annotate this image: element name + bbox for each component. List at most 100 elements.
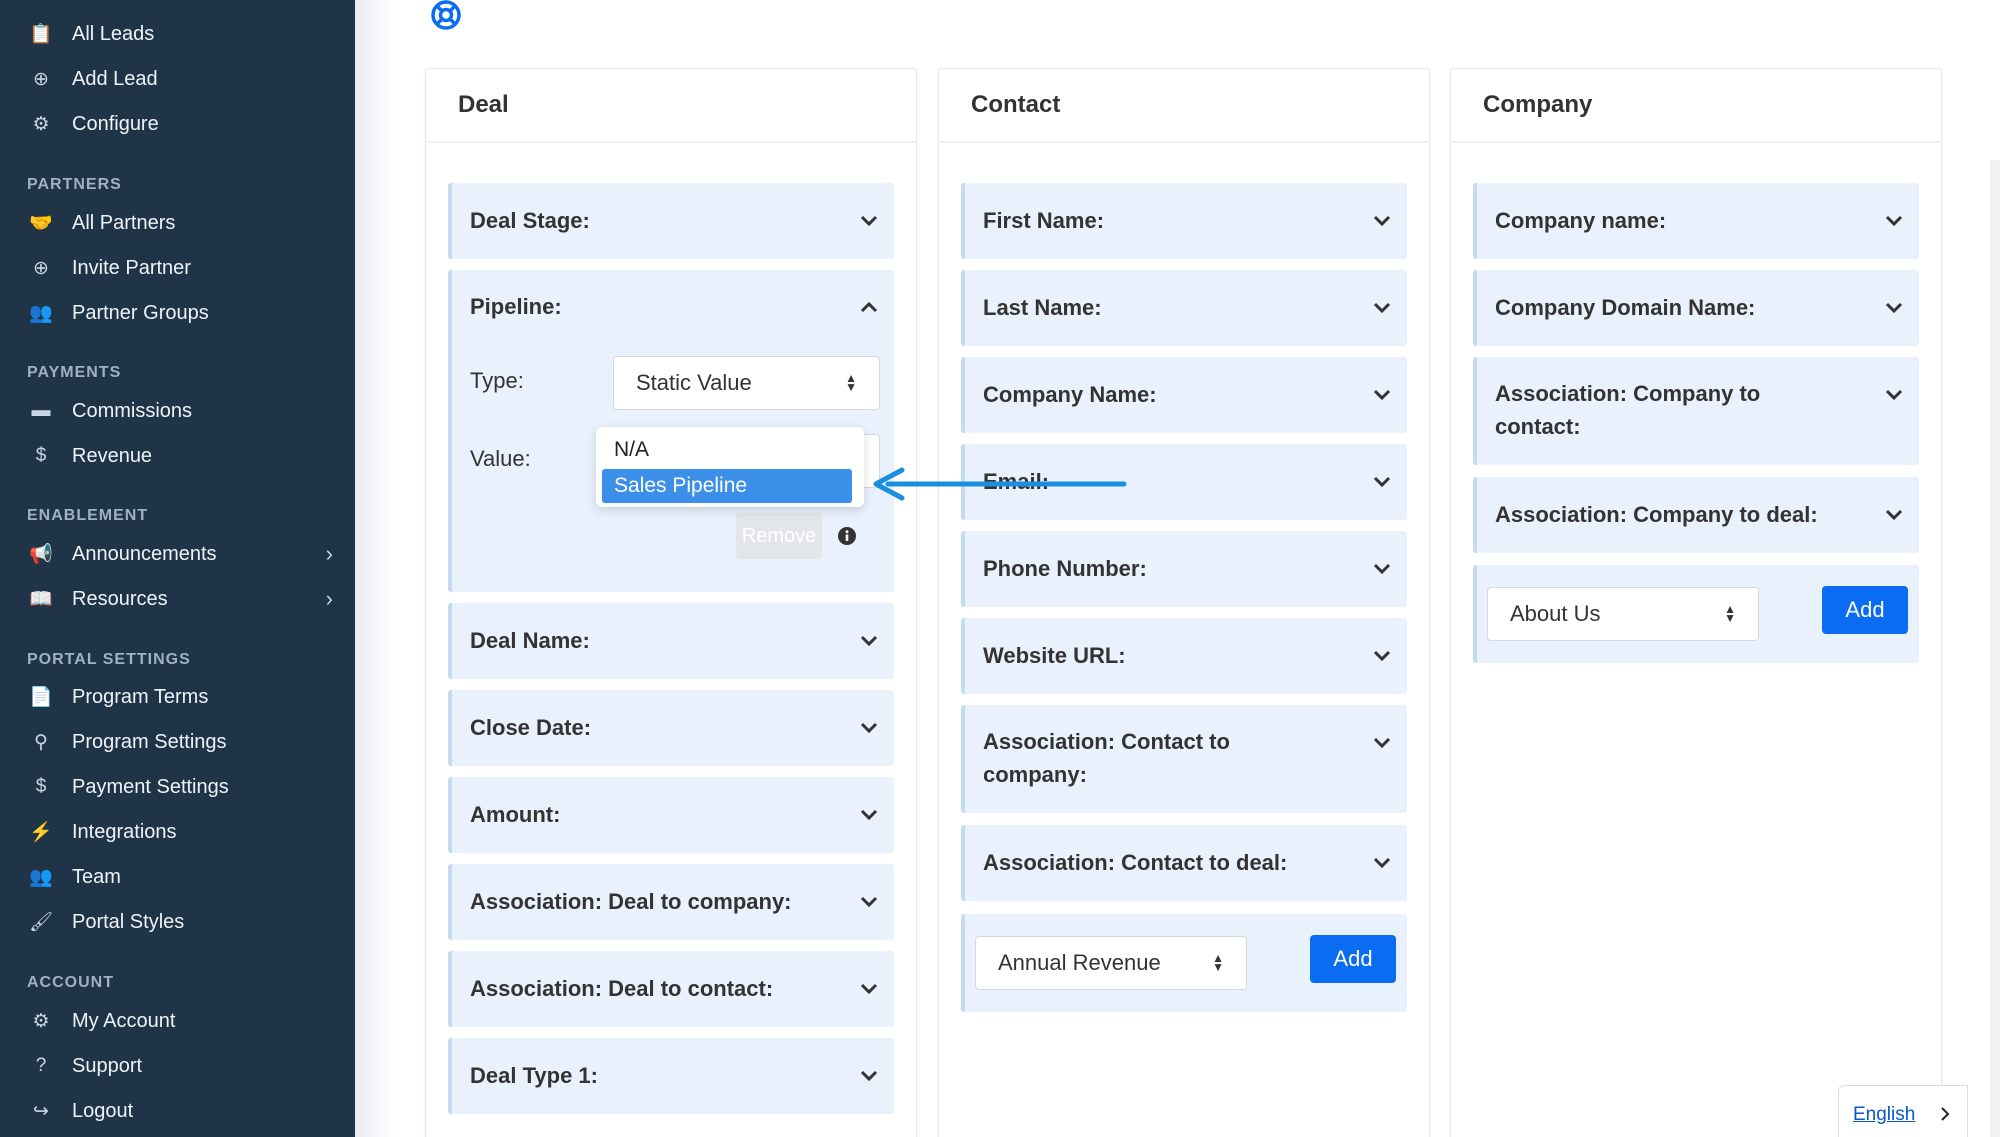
gear-icon: ⚙ (32, 113, 50, 135)
type-select[interactable]: Static Value ▲ ▼ (613, 356, 880, 410)
accordion-contact-to-deal[interactable]: Association: Contact to deal: (961, 825, 1407, 901)
sidebar-item-all-leads[interactable]: 📋 All Leads (27, 14, 337, 54)
accordion-company-name[interactable]: Company name: (1473, 183, 1919, 259)
accordion-website-url[interactable]: Website URL: (961, 618, 1407, 694)
accordion-label: Website URL: (983, 643, 1126, 668)
sidebar-item-all-partners[interactable]: 🤝 All Partners (27, 203, 337, 243)
sidebar-item-logout[interactable]: ↪ Logout (27, 1091, 337, 1131)
sidebar-item-label: All Leads (72, 22, 155, 45)
chevron-down-icon (1373, 476, 1391, 488)
sidebar-item-label: Configure (72, 112, 159, 135)
lifebuoy-icon[interactable] (430, 0, 462, 32)
paintbrush-icon: 🖌 (28, 912, 54, 933)
accordion-label: Association: Contact to deal: (983, 850, 1288, 875)
select-arrows-icon: ▲ ▼ (1212, 951, 1224, 974)
accordion-amount[interactable]: Amount: (448, 777, 894, 853)
accordion-label: Company Name: (983, 382, 1157, 407)
deal-column: Deal Deal Stage: Pipeline: Type: Static … (425, 68, 917, 1137)
accordion-label: Close Date: (470, 715, 592, 740)
accordion-deal-stage[interactable]: Deal Stage: (448, 183, 894, 259)
accordion-first-name[interactable]: First Name: (961, 183, 1407, 259)
sidebar-item-my-account[interactable]: ⚙ My Account (27, 1001, 337, 1041)
chevron-right-icon (1941, 1107, 1950, 1121)
sidebar-item-add-lead[interactable]: ⊕ Add Lead (27, 59, 337, 99)
sidebar-item-team[interactable]: 👥 Team (27, 857, 337, 897)
accordion-last-name[interactable]: Last Name: (961, 270, 1407, 346)
sidebar-item-label: All Partners (72, 211, 176, 234)
accordion-company-domain[interactable]: Company Domain Name: (1473, 270, 1919, 346)
chevron-up-icon[interactable] (858, 296, 880, 318)
sidebar-item-support[interactable]: ? Support (27, 1046, 337, 1086)
accordion-label-line1: Association: Contact to (983, 729, 1230, 754)
accordion-label: First Name: (983, 208, 1105, 233)
dropdown-option-na[interactable]: N/A (602, 433, 852, 467)
sidebar-item-integrations[interactable]: ⚡ Integrations (27, 812, 337, 852)
contact-property-select[interactable]: Annual Revenue ▲ ▼ (975, 936, 1247, 990)
dropdown-option-sales-pipeline[interactable]: Sales Pipeline (602, 469, 852, 503)
accordion-company-to-deal[interactable]: Association: Company to deal: (1473, 477, 1919, 553)
chevron-down-icon (1373, 302, 1391, 314)
company-property-select[interactable]: About Us ▲ ▼ (1487, 587, 1759, 641)
chevron-right-icon: › (325, 541, 333, 566)
plus-circle-icon: ⊕ (33, 68, 49, 90)
sidebar-item-label: Invite Partner (72, 256, 191, 279)
sidebar-item-configure[interactable]: ⚙ Configure (27, 104, 337, 144)
company-column: Company Company name: Company Domain Nam… (1450, 68, 1942, 1137)
company-add-button[interactable]: Add (1822, 586, 1908, 634)
select-arrows-icon: ▲ ▼ (845, 371, 857, 394)
sidebar-item-program-terms[interactable]: 📄 Program Terms (27, 677, 337, 717)
sidebar: 📋 All Leads ⊕ Add Lead ⚙ Configure PARTN… (0, 0, 355, 1137)
accordion-deal-to-contact[interactable]: Association: Deal to contact: (448, 951, 894, 1027)
chevron-down-icon (1373, 215, 1391, 227)
sidebar-item-commissions[interactable]: ▬ Commissions (27, 391, 337, 431)
language-selector[interactable]: English (1838, 1085, 1968, 1137)
accordion-company-to-contact[interactable]: Association: Company to contact: (1473, 357, 1919, 465)
accordion-deal-type[interactable]: Deal Type 1: (448, 1038, 894, 1114)
sidebar-item-label: Add Lead (72, 67, 158, 90)
accordion-close-date[interactable]: Close Date: (448, 690, 894, 766)
accordion-company-name[interactable]: Company Name: (961, 357, 1407, 433)
sidebar-item-label: Payment Settings (72, 775, 229, 798)
accordion-deal-name[interactable]: Deal Name: (448, 603, 894, 679)
accordion-contact-to-company[interactable]: Association: Contact to company: (961, 705, 1407, 813)
users-icon: 👥 (29, 867, 53, 888)
sidebar-item-resources[interactable]: 📖 Resources › (27, 579, 337, 619)
sidebar-item-revenue[interactable]: $ Revenue (27, 436, 337, 476)
sidebar-item-partner-groups[interactable]: 👥 Partner Groups (27, 293, 337, 333)
sidebar-item-payment-settings[interactable]: $ Payment Settings (27, 767, 337, 807)
accordion-label: Deal Name: (470, 628, 590, 653)
handshake-icon: 🤝 (29, 213, 53, 234)
contact-add-button[interactable]: Add (1310, 935, 1396, 983)
sidebar-item-label: Support (72, 1054, 143, 1077)
type-label: Type: (470, 368, 524, 393)
accordion-label: Last Name: (983, 295, 1102, 320)
language-label: English (1853, 1104, 1916, 1125)
remove-button[interactable]: Remove (736, 513, 822, 559)
section-payments: PAYMENTS (27, 364, 122, 381)
sidebar-item-label: Integrations (72, 820, 177, 843)
sidebar-item-label: Partner Groups (72, 301, 209, 324)
sidebar-item-announcements[interactable]: 📢 Announcements › (27, 534, 337, 574)
sidebar-item-label: Program Terms (72, 685, 209, 708)
sidebar-item-program-settings[interactable]: ⚲ Program Settings (27, 722, 337, 762)
contact-title: Contact (939, 69, 1429, 143)
chevron-down-icon (860, 215, 878, 227)
sidebar-item-portal-styles[interactable]: 🖌 Portal Styles (27, 902, 337, 942)
accordion-deal-to-company[interactable]: Association: Deal to company: (448, 864, 894, 940)
sidebar-item-label: Team (72, 865, 121, 888)
chevron-down-icon (860, 983, 878, 995)
accordion-phone-number[interactable]: Phone Number: (961, 531, 1407, 607)
section-account: ACCOUNT (27, 974, 114, 991)
chevron-down-icon (860, 722, 878, 734)
logout-icon: ↪ (33, 1100, 49, 1122)
info-icon[interactable] (837, 526, 857, 546)
sidebar-item-label: Commissions (72, 399, 193, 422)
contact-column: Contact First Name: Last Name: Company N… (938, 68, 1430, 1137)
file-icon: 📄 (29, 687, 53, 708)
sidebar-item-invite-partner[interactable]: ⊕ Invite Partner (27, 248, 337, 288)
scrollbar[interactable] (1990, 160, 2000, 1137)
chevron-down-icon (1373, 737, 1391, 749)
sidebar-item-label: Revenue (72, 444, 153, 467)
pipeline-value-dropdown: N/A Sales Pipeline (596, 427, 864, 507)
accordion-label: Pipeline: (470, 294, 562, 319)
